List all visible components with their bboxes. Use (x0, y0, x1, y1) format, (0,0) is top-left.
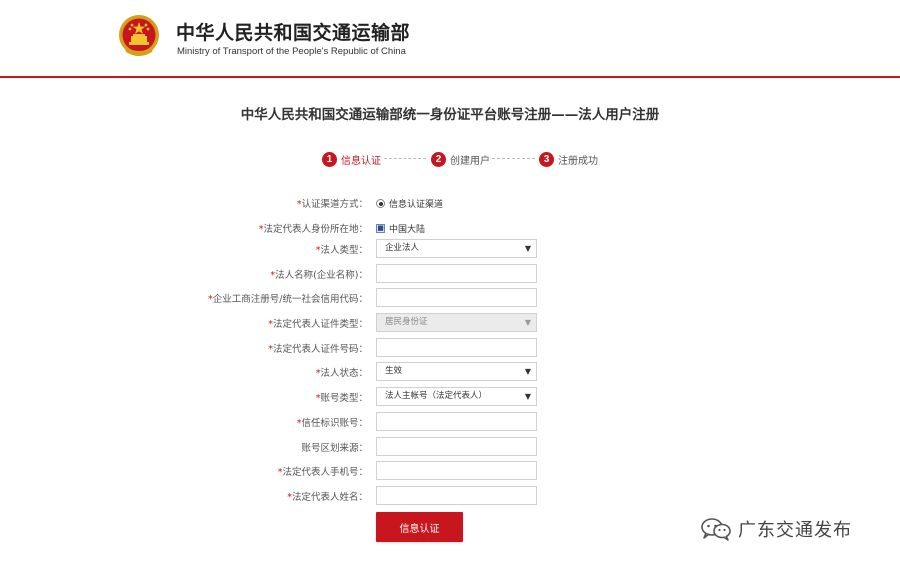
checkbox-checked-icon: ■ (376, 224, 385, 233)
dropdown-arrow-icon: ▼ (524, 392, 531, 401)
ministry-subtitle: Ministry of Transport of the People's Re… (177, 46, 406, 57)
watermark-text: 广东交通发布 (738, 520, 852, 541)
region-checkbox[interactable]: ■ 中国大陆 (376, 222, 425, 235)
field-label: *法定代表人身份所在地： (258, 224, 368, 235)
field-label: *法人名称(企业名称)： (270, 270, 368, 281)
form-row-legal-name: *法人名称(企业名称)： (0, 264, 900, 284)
rep-name-input[interactable] (376, 486, 537, 505)
dropdown-arrow-icon: ▼ (524, 318, 531, 327)
step-number: 3 (539, 151, 554, 167)
watermark: 广东交通发布 (700, 516, 852, 542)
account-type-select[interactable]: 法人主帐号（法定代表人） ▼ (376, 387, 537, 406)
field-label: *企业工商注册号/统一社会信用代码： (208, 294, 368, 305)
radio-selected-icon (376, 199, 385, 208)
id-type-select: 居民身份证 ▼ (376, 313, 537, 332)
field-label: *法人状态： (315, 368, 368, 379)
form-row-region: *法定代表人身份所在地： ■ 中国大陆 (0, 218, 900, 238)
field-label: *认证渠道方式： (296, 199, 368, 210)
form-row-trust-id: *信任标识账号： (0, 412, 900, 432)
legal-name-input[interactable] (376, 264, 537, 283)
id-number-input[interactable] (376, 338, 537, 357)
field-label: *信任标识账号： (296, 418, 368, 429)
dropdown-arrow-icon: ▼ (524, 244, 531, 253)
field-label: *法定代表人证件类型： (268, 319, 368, 330)
field-label: *法定代表人手机号： (277, 467, 368, 478)
form-row-account-source: 账号区划来源： (0, 437, 900, 457)
form-row-reg-code: *企业工商注册号/统一社会信用代码： (0, 288, 900, 308)
account-source-input[interactable] (376, 437, 537, 456)
step-number: 2 (431, 151, 446, 167)
step-label: 信息认证 (341, 155, 381, 167)
field-label: *法定代表人证件号码： (268, 344, 368, 355)
form-row-rep-name: *法定代表人姓名： (0, 486, 900, 506)
form-row-account-type: *账号类型： 法人主帐号（法定代表人） ▼ (0, 387, 900, 407)
site-header: 中华人民共和国交通运输部 Ministry of Transport of th… (0, 0, 900, 76)
step-2: 2 创建用户 (431, 150, 490, 168)
verify-submit-button[interactable]: 信息认证 (376, 512, 463, 542)
ministry-title: 中华人民共和国交通运输部 (176, 22, 411, 44)
trust-id-input[interactable] (376, 412, 537, 431)
form-row-channel: *认证渠道方式： 信息认证渠道 (0, 193, 900, 213)
channel-radio[interactable]: 信息认证渠道 (376, 197, 443, 210)
field-label: *法定代表人姓名： (287, 492, 368, 503)
step-label: 创建用户 (450, 155, 490, 167)
legal-type-select[interactable]: 企业法人 ▼ (376, 239, 537, 258)
legal-status-select[interactable]: 生效 ▼ (376, 362, 537, 381)
page-title: 中华人民共和国交通运输部统一身份证平台账号注册——法人用户注册 (240, 107, 660, 123)
form-row-legal-type: *法人类型： 企业法人 ▼ (0, 239, 900, 259)
field-label: *账号类型： (315, 393, 368, 404)
wechat-icon (701, 518, 731, 541)
national-emblem-icon (119, 15, 159, 56)
dropdown-arrow-icon: ▼ (524, 367, 531, 376)
step-connector (384, 158, 426, 159)
field-label: *法人类型： (315, 245, 368, 256)
header-divider (0, 76, 900, 78)
step-number: 1 (322, 151, 337, 167)
form-row-phone: *法定代表人手机号： (0, 461, 900, 481)
form-row-id-type: *法定代表人证件类型： 居民身份证 ▼ (0, 313, 900, 333)
form-row-legal-status: *法人状态： 生效 ▼ (0, 362, 900, 382)
reg-code-input[interactable] (376, 288, 537, 307)
step-connector (492, 158, 535, 159)
step-label: 注册成功 (558, 155, 598, 167)
step-1: 1 信息认证 (322, 150, 381, 168)
step-3: 3 注册成功 (539, 150, 598, 168)
field-label: 账号区划来源： (301, 443, 368, 454)
form-row-id-number: *法定代表人证件号码： (0, 338, 900, 358)
phone-input[interactable] (376, 461, 537, 480)
